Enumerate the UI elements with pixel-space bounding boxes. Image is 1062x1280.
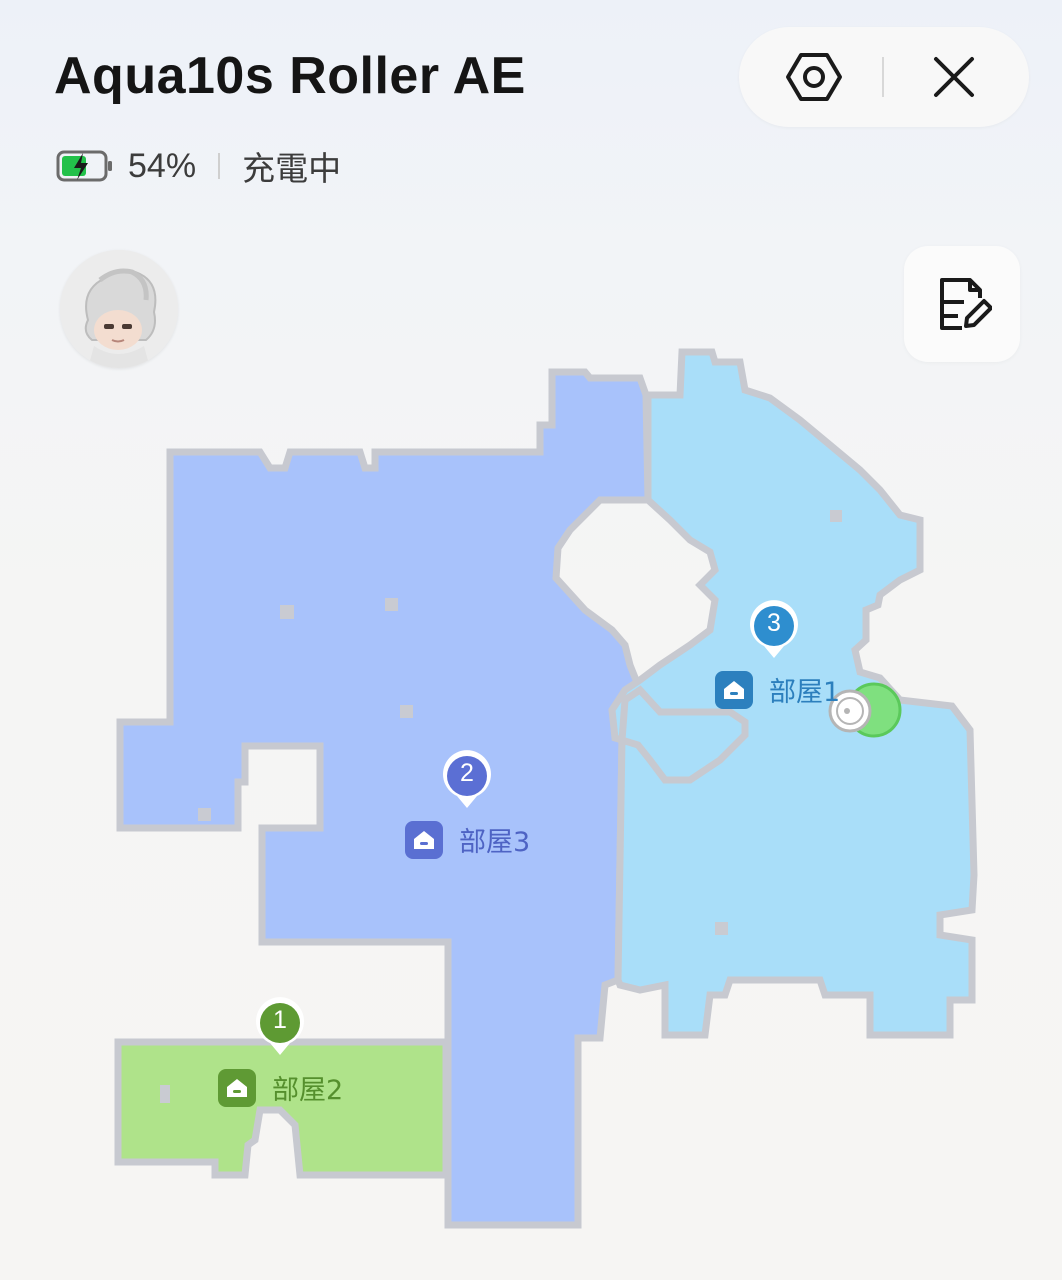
room-area-3[interactable] — [114, 1038, 450, 1179]
room-label-2[interactable]: 部屋2 — [218, 1068, 343, 1107]
house-icon — [715, 670, 753, 709]
room-name: 部屋2 — [272, 1075, 344, 1106]
house-icon — [218, 1068, 256, 1107]
room-name: 部屋3 — [459, 827, 531, 858]
room-order-number-3: 2 — [460, 759, 474, 787]
room-order-number-1: 3 — [767, 609, 781, 637]
room-order-number-2: 1 — [273, 1006, 287, 1034]
floor-map[interactable] — [0, 0, 1062, 1280]
room-name: 部屋1 — [769, 677, 841, 708]
room-label-3[interactable]: 部屋3 — [405, 820, 530, 859]
house-icon — [405, 820, 443, 859]
room-label-1[interactable]: 部屋1 — [715, 670, 840, 709]
